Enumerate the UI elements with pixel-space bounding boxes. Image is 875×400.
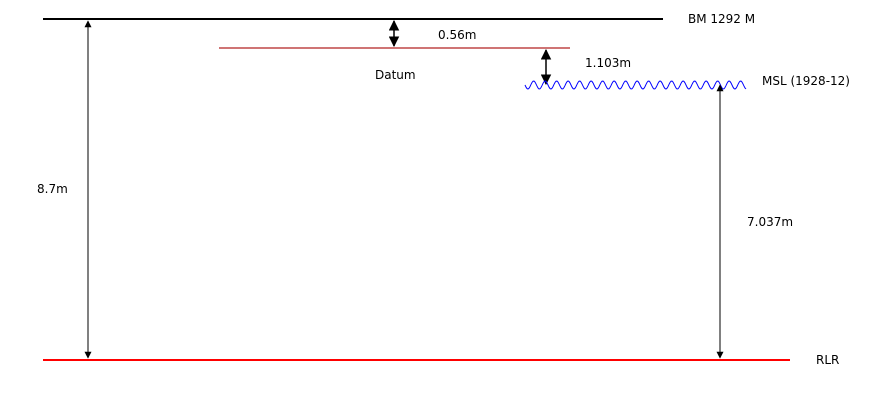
levels-diagram: BM 1292 M Datum 0.56m 1.103m MSL (1928-1… bbox=[0, 0, 875, 400]
datum-to-msl-value: 1.103m bbox=[585, 56, 631, 70]
msl-to-rlr-value: 7.037m bbox=[747, 215, 793, 229]
rlr-label: RLR bbox=[816, 353, 839, 367]
bm-label: BM 1292 M bbox=[688, 12, 755, 26]
datum-label: Datum bbox=[375, 68, 416, 82]
bm-to-rlr-value: 8.7m bbox=[37, 182, 68, 196]
diagram-canvas: BM 1292 M Datum 0.56m 1.103m MSL (1928-1… bbox=[37, 12, 850, 367]
bm-to-datum-value: 0.56m bbox=[438, 28, 476, 42]
msl-wave-line bbox=[524, 80, 747, 90]
msl-label: MSL (1928-12) bbox=[762, 74, 850, 88]
